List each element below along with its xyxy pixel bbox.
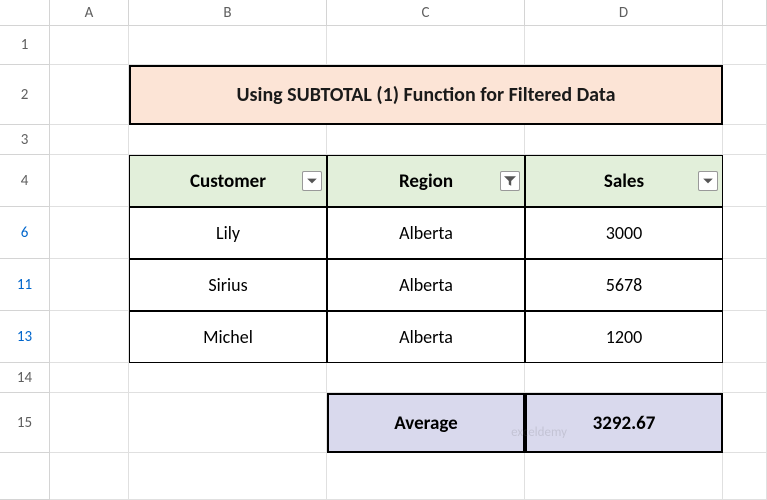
filter-button-sales[interactable] <box>698 171 718 191</box>
row-header-6[interactable]: 6 <box>0 207 50 259</box>
dropdown-icon <box>702 175 714 187</box>
cell-d1[interactable] <box>525 26 723 65</box>
col-header-a[interactable]: A <box>50 0 129 26</box>
cell-c14[interactable] <box>327 363 525 393</box>
cell-b1[interactable] <box>129 26 327 65</box>
cell-extra[interactable] <box>50 453 129 500</box>
table-cell-sales[interactable]: 5678 <box>525 259 723 311</box>
cell-c3[interactable] <box>327 125 525 155</box>
filter-active-icon <box>504 175 516 187</box>
cell-extra[interactable] <box>525 453 723 500</box>
cell-d3[interactable] <box>525 125 723 155</box>
cell-e15[interactable] <box>723 393 767 453</box>
row-header-13[interactable]: 13 <box>0 311 50 363</box>
spreadsheet-grid: A B C D 1 2 Using SUBTOTAL (1) Function … <box>0 0 767 500</box>
row-header-extra[interactable] <box>0 453 50 500</box>
select-all-corner[interactable] <box>0 0 50 26</box>
dropdown-icon <box>306 175 318 187</box>
table-cell-customer[interactable]: Lily <box>129 207 327 259</box>
col-header-extra[interactable] <box>723 0 767 26</box>
row-header-2[interactable]: 2 <box>0 65 50 125</box>
row-header-3[interactable]: 3 <box>0 125 50 155</box>
table-header-region[interactable]: Region <box>327 155 525 207</box>
cell-a6[interactable] <box>50 207 129 259</box>
col-header-c[interactable]: C <box>327 0 525 26</box>
filter-button-region[interactable] <box>500 171 520 191</box>
row-header-11[interactable]: 11 <box>0 259 50 311</box>
average-label-cell[interactable]: Average <box>327 393 525 453</box>
table-header-sales[interactable]: Sales <box>525 155 723 207</box>
cell-a15[interactable] <box>50 393 129 453</box>
cell-extra[interactable] <box>327 453 525 500</box>
row-header-14[interactable]: 14 <box>0 363 50 393</box>
table-header-customer[interactable]: Customer <box>129 155 327 207</box>
cell-e4[interactable] <box>723 155 767 207</box>
filter-button-customer[interactable] <box>302 171 322 191</box>
table-cell-region[interactable]: Alberta <box>327 311 525 363</box>
cell-a14[interactable] <box>50 363 129 393</box>
cell-e3[interactable] <box>723 125 767 155</box>
table-cell-region[interactable]: Alberta <box>327 207 525 259</box>
cell-extra[interactable] <box>723 453 767 500</box>
row-header-4[interactable]: 4 <box>0 155 50 207</box>
cell-e11[interactable] <box>723 259 767 311</box>
table-cell-sales[interactable]: 3000 <box>525 207 723 259</box>
cell-a11[interactable] <box>50 259 129 311</box>
cell-e13[interactable] <box>723 311 767 363</box>
table-cell-sales[interactable]: 1200 <box>525 311 723 363</box>
page-title[interactable]: Using SUBTOTAL (1) Function for Filtered… <box>129 65 723 125</box>
cell-e2[interactable] <box>723 65 767 125</box>
col-header-d[interactable]: D <box>525 0 723 26</box>
cell-b14[interactable] <box>129 363 327 393</box>
cell-d14[interactable] <box>525 363 723 393</box>
cell-a2[interactable] <box>50 65 129 125</box>
cell-e1[interactable] <box>723 26 767 65</box>
cell-extra[interactable] <box>129 453 327 500</box>
cell-e6[interactable] <box>723 207 767 259</box>
cell-a1[interactable] <box>50 26 129 65</box>
table-cell-customer[interactable]: Michel <box>129 311 327 363</box>
row-header-15[interactable]: 15 <box>0 393 50 453</box>
row-header-1[interactable]: 1 <box>0 26 50 65</box>
col-header-b[interactable]: B <box>129 0 327 26</box>
table-cell-customer[interactable]: Sirius <box>129 259 327 311</box>
cell-a13[interactable] <box>50 311 129 363</box>
table-header-label: Sales <box>604 170 644 193</box>
table-header-label: Region <box>399 170 453 193</box>
table-header-label: Customer <box>190 170 266 193</box>
cell-a3[interactable] <box>50 125 129 155</box>
cell-b15[interactable] <box>129 393 327 453</box>
cell-c1[interactable] <box>327 26 525 65</box>
cell-a4[interactable] <box>50 155 129 207</box>
average-value-cell[interactable]: 3292.67 <box>525 393 723 453</box>
table-cell-region[interactable]: Alberta <box>327 259 525 311</box>
cell-b3[interactable] <box>129 125 327 155</box>
cell-e14[interactable] <box>723 363 767 393</box>
